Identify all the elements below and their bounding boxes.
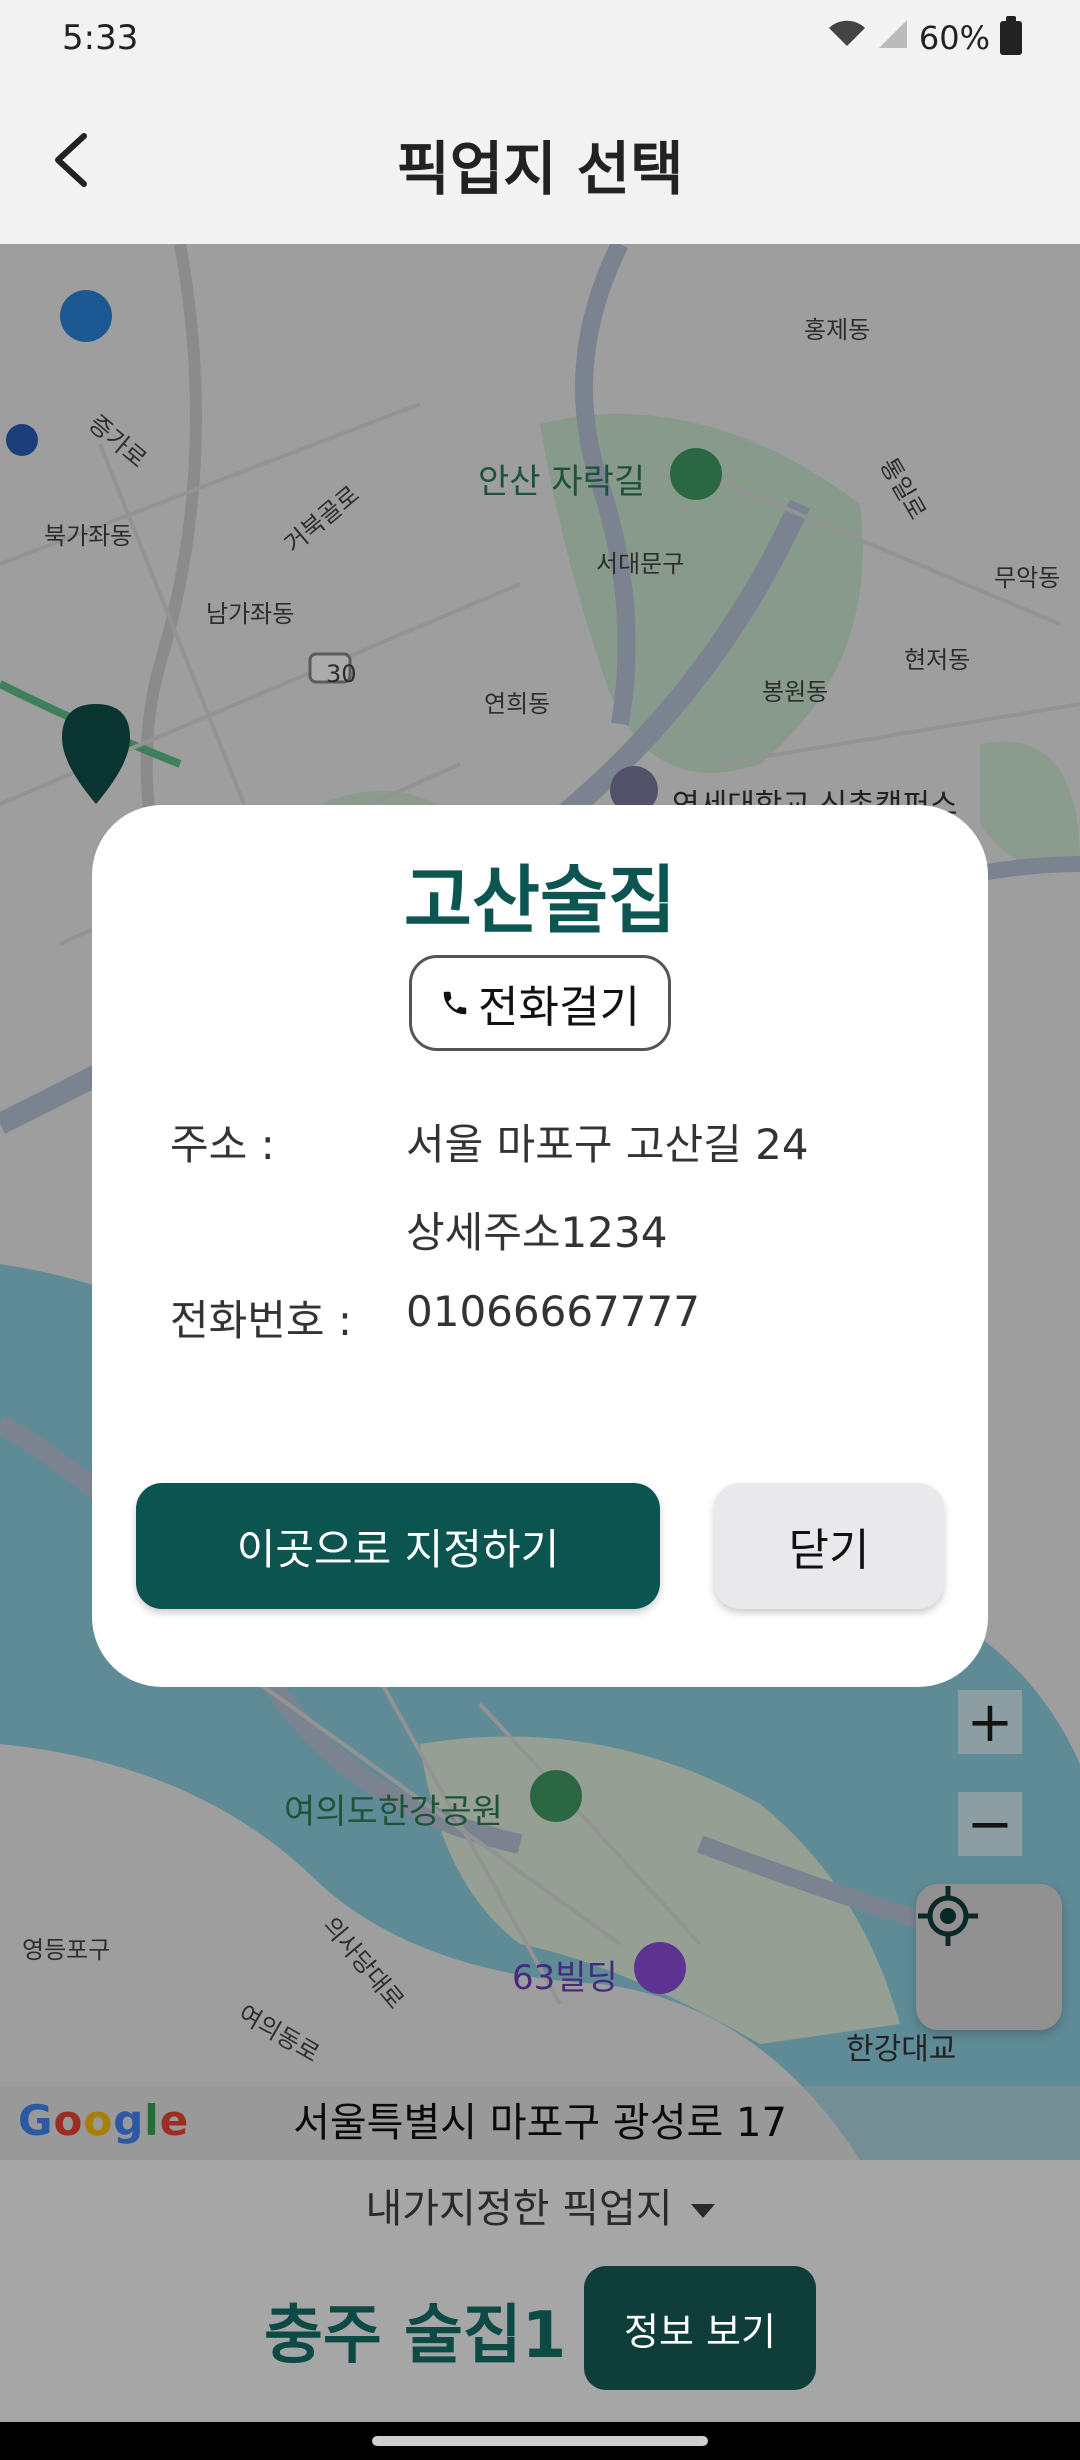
view-info-button[interactable]: 정보 보기 [584,2266,816,2390]
system-nav-bar [0,2422,1080,2460]
caret-down-icon [690,2204,715,2218]
status-bar: 5:33 60% [0,0,1080,80]
phone-label: 전화번호 : [170,1296,353,1345]
app-root: 5:33 60% 픽업지 선택 홍제동 안산 자락길 서대문구 북가좌동 남가좌… [0,0,1080,2460]
wifi-icon [827,18,867,58]
place-dialog: 고산술집 전화걸기 주소 : 서울 마포구 고산길 24 상세주소1234 전화… [92,805,988,1687]
bottom-panel: 내가지정한 픽업지 충주 술집1 정보 보기 [0,2160,1080,2422]
phone-value: 01066667777 [406,1287,700,1336]
battery-icon [1000,16,1022,55]
set-pickup-button[interactable]: 이곳으로 지정하기 [136,1483,660,1609]
header: 픽업지 선택 [0,80,1080,244]
close-button[interactable]: 닫기 [714,1483,944,1609]
page-title: 픽업지 선택 [396,135,684,203]
pickup-dropdown-label: 내가지정한 픽업지 [365,2186,673,2232]
selected-shop-name: 충주 술집1 [264,2299,567,2373]
address-value: 서울 마포구 고산길 24 [406,1120,809,1169]
address-detail: 상세주소1234 [406,1208,668,1257]
battery-percent: 60% [918,19,990,57]
status-icons: 60% [827,16,1022,58]
dialog-title: 고산술집 [403,858,677,944]
pickup-dropdown[interactable]: 내가지정한 픽업지 [0,2176,1080,2234]
home-handle[interactable] [372,2436,708,2446]
call-button-label: 전화걸기 [478,982,640,1033]
address-label: 주소 : [170,1120,275,1169]
signal-icon [877,18,909,58]
status-time: 5:33 [62,18,139,58]
call-button[interactable]: 전화걸기 [409,955,671,1051]
phone-icon [443,991,467,1015]
